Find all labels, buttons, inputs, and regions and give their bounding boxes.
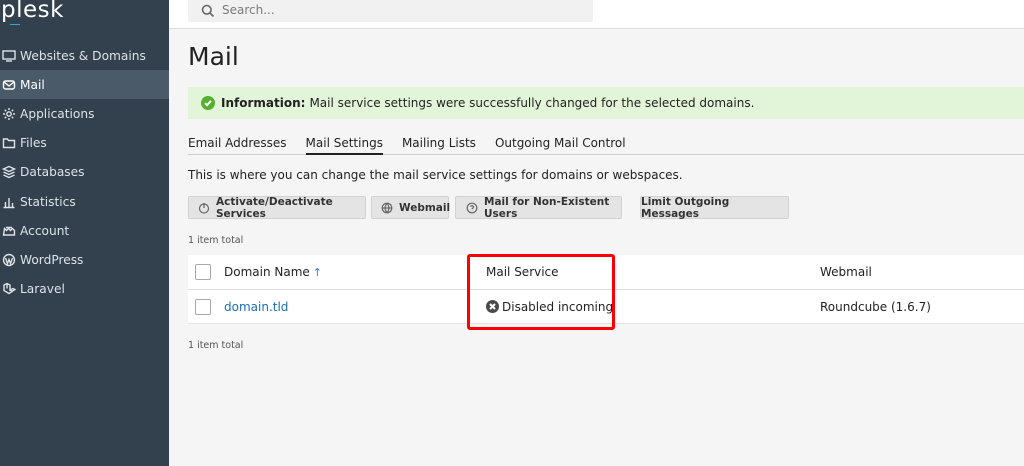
domain-link[interactable]: domain.tld [224, 300, 288, 314]
power-icon [198, 202, 210, 214]
select-all-cell [195, 255, 211, 289]
webmail-button[interactable]: Webmail [371, 196, 451, 219]
row-select-cell [195, 290, 211, 323]
search-box[interactable] [188, 0, 593, 22]
button-label: Limit Outgoing Messages [641, 195, 730, 220]
sidebar-item-label: Mail [20, 77, 45, 92]
sidebar-item-label: Account [20, 223, 70, 238]
check-circle-icon [201, 96, 215, 110]
tab-outgoing-mail-control[interactable]: Outgoing Mail Control [495, 130, 626, 155]
domain-cell: domain.tld [224, 290, 288, 323]
sidebar-item-label: Applications [20, 106, 95, 121]
column-header-label: Webmail [820, 265, 872, 279]
plesk-logo[interactable]: plesk [1, 0, 64, 23]
button-label: Webmail [399, 201, 451, 214]
help-icon [466, 202, 478, 214]
sidebar-item-websites-domains[interactable]: Websites & Domains [0, 41, 169, 70]
activate-deactivate-services-button[interactable]: Activate/Deactivate Services [188, 195, 366, 220]
database-icon [0, 162, 19, 182]
envelope-icon [0, 75, 19, 95]
folder-icon [0, 133, 19, 153]
column-header-webmail: Webmail [820, 255, 872, 289]
sidebar-item-label: Files [20, 136, 47, 151]
mail-service-status: Disabled incoming [502, 299, 614, 314]
sidebar-item-laravel[interactable]: Laravel [0, 275, 169, 304]
sort-ascending-icon: ↑ [312, 265, 322, 279]
info-alert: Information: Mail service settings were … [188, 87, 1024, 119]
row-checkbox[interactable] [195, 298, 211, 315]
mail-service-cell: Disabled incoming [486, 290, 613, 323]
logo-accent [10, 24, 20, 25]
alert-label: Information: [221, 96, 306, 110]
page-title: Mail [188, 42, 239, 71]
tab-mail-settings[interactable]: Mail Settings [305, 130, 383, 155]
laravel-icon [0, 279, 19, 299]
column-header-mail-service: Mail Service [486, 255, 559, 289]
button-label: Activate/Deactivate Services [216, 195, 333, 220]
sidebar-item-account[interactable]: Account [0, 216, 169, 245]
page-description: This is where you can change the mail se… [188, 168, 683, 182]
search-input[interactable] [222, 3, 572, 17]
sidebar: plesk Websites & Domains Mail Applicatio… [0, 0, 169, 466]
mail-for-non-existent-users-button[interactable]: Mail for Non-Existent Users [455, 195, 622, 220]
sidebar-item-label: Statistics [20, 194, 76, 209]
bar-chart-icon [0, 192, 19, 212]
main-content: Mail Information: Mail service settings … [169, 29, 1024, 466]
account-icon [0, 221, 19, 241]
sidebar-item-applications[interactable]: Applications [0, 99, 169, 128]
column-header-domain[interactable]: Domain Name ↑ [224, 255, 322, 289]
sidebar-nav: Websites & Domains Mail Applications Fil… [0, 41, 169, 304]
column-header-label: Mail Service [486, 265, 559, 279]
sidebar-item-mail[interactable]: Mail [0, 70, 169, 100]
sidebar-item-wordpress[interactable]: WordPress [0, 245, 169, 274]
table-header: Domain Name ↑ Mail Service Webmail [188, 255, 1024, 290]
top-bar [169, 0, 1024, 29]
sidebar-item-label: Websites & Domains [20, 48, 146, 63]
webmail-value: Roundcube (1.6.7) [820, 299, 931, 314]
disabled-status-icon [486, 300, 499, 313]
tab-bar: Email Addresses Mail Settings Mailing Li… [188, 130, 1024, 155]
table-row: domain.tld Disabled incoming Roundcube (… [188, 290, 1024, 324]
button-label: Mail for Non-Existent Users [484, 195, 610, 220]
domains-table: Domain Name ↑ Mail Service Webmail domai… [188, 255, 1024, 324]
wordpress-icon [0, 250, 19, 270]
item-total-bottom: 1 item total [188, 340, 244, 351]
sidebar-item-label: WordPress [20, 252, 84, 267]
sidebar-item-databases[interactable]: Databases [0, 158, 169, 187]
tab-mailing-lists[interactable]: Mailing Lists [402, 130, 476, 155]
column-header-label: Domain Name [224, 265, 310, 279]
tab-email-addresses[interactable]: Email Addresses [188, 130, 287, 155]
gear-icon [0, 104, 19, 124]
sidebar-item-label: Laravel [20, 282, 65, 297]
limit-outgoing-messages-button[interactable]: Limit Outgoing Messages [640, 195, 789, 220]
webmail-cell: Roundcube (1.6.7) [820, 290, 931, 323]
sidebar-item-label: Databases [20, 165, 85, 180]
globe-icon [381, 202, 393, 214]
search-icon [201, 3, 215, 18]
select-all-checkbox[interactable] [195, 264, 211, 280]
sidebar-item-statistics[interactable]: Statistics [0, 187, 169, 216]
monitor-icon [0, 46, 19, 66]
alert-message: Mail service settings were successfully … [309, 96, 755, 110]
sidebar-item-files[interactable]: Files [0, 129, 169, 158]
item-total-top: 1 item total [188, 235, 244, 246]
